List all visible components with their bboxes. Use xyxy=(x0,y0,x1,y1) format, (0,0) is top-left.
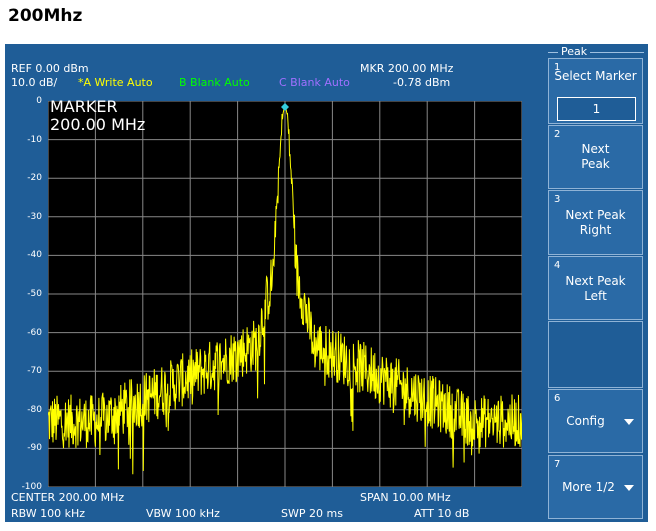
softkey-config[interactable]: 6 Config xyxy=(548,389,643,453)
softkey-label: Config xyxy=(566,414,605,428)
softkey-label: Right xyxy=(579,223,612,237)
y-tick-label: -20 xyxy=(27,173,42,184)
scale-readout: 10.0 dB/ xyxy=(11,76,58,89)
marker-frequency-readout: MKR 200.00 MHz xyxy=(360,62,454,75)
softkey-label: Select Marker xyxy=(554,69,637,83)
page-title: 200Mhz xyxy=(8,6,83,26)
trace-b-status[interactable]: B Blank Auto xyxy=(179,77,250,89)
softkey-label: Peak xyxy=(581,157,610,171)
softkey-label: Next Peak xyxy=(565,208,626,222)
marker-frequency: 200.00 MHz xyxy=(50,115,146,134)
y-tick-label: -10 xyxy=(27,134,42,145)
softkey-next-peak-right[interactable]: 3 Next Peak Right xyxy=(548,190,643,255)
y-tick-label: -60 xyxy=(27,327,42,338)
trace-c-status[interactable]: C Blank Auto xyxy=(279,77,350,89)
select-marker-value[interactable]: 1 xyxy=(557,97,636,121)
softkey-number: 7 xyxy=(554,459,561,470)
ref-level: REF 0.00 dBm xyxy=(11,62,89,75)
y-tick-label: -90 xyxy=(27,443,42,454)
softkey-number: 3 xyxy=(554,194,561,205)
rbw-readout: RBW 100 kHz xyxy=(11,507,86,520)
softkey-menu-title: Peak xyxy=(558,45,591,58)
softkey-next-peak-left[interactable]: 4 Next Peak Left xyxy=(548,256,643,320)
marker-diamond xyxy=(281,103,289,112)
softkey-label: Next xyxy=(581,142,610,156)
spectrum-plot[interactable] xyxy=(48,101,522,487)
softkey-label: Next Peak xyxy=(565,274,626,288)
attenuation-readout: ATT 10 dB xyxy=(414,507,470,520)
softkey-empty-5[interactable] xyxy=(548,321,643,388)
span-readout: SPAN 10.00 MHz xyxy=(360,491,451,504)
marker-title: MARKER xyxy=(50,97,118,116)
center-frequency: CENTER 200.00 MHz xyxy=(11,491,125,504)
trace-a-status[interactable]: *A Write Auto xyxy=(78,77,153,89)
marker-level-readout: -0.78 dBm xyxy=(393,76,451,89)
dropdown-arrow-icon xyxy=(624,419,634,425)
softkey-more[interactable]: 7 More 1/2 xyxy=(548,455,643,519)
y-tick-label: -80 xyxy=(27,404,42,415)
vbw-readout: VBW 100 kHz xyxy=(146,507,220,520)
marker-readout-box: MARKER 200.00 MHz xyxy=(50,98,145,134)
dropdown-arrow-icon xyxy=(624,485,634,491)
y-tick-label: -50 xyxy=(27,289,42,299)
softkey-number: 4 xyxy=(554,260,561,271)
y-tick-label: -70 xyxy=(27,366,42,377)
softkey-next-peak[interactable]: 2 Next Peak xyxy=(548,125,643,189)
y-tick-label: 0 xyxy=(36,96,42,106)
softkey-number: 6 xyxy=(554,393,561,404)
softkey-label: More 1/2 xyxy=(562,480,615,494)
softkey-number: 2 xyxy=(554,129,561,140)
softkey-label: Left xyxy=(584,289,607,303)
softkey-select-marker[interactable]: 1 Select Marker 1 xyxy=(548,58,643,124)
y-tick-label: -30 xyxy=(27,211,42,222)
y-tick-label: -40 xyxy=(27,250,42,261)
spectrum-svg xyxy=(48,101,522,487)
sweep-readout: SWP 20 ms xyxy=(281,507,343,520)
